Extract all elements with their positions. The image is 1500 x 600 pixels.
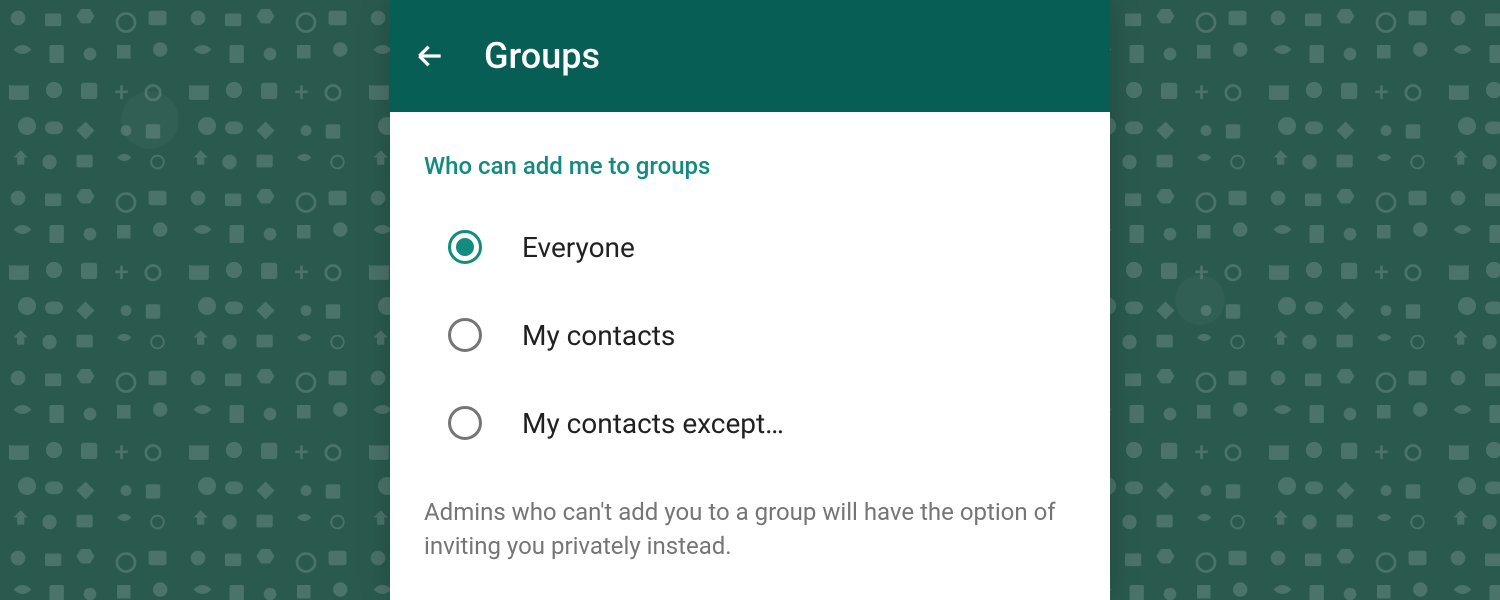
radio-label: Everyone (522, 231, 635, 264)
settings-content: Who can add me to groups Everyone My con… (390, 112, 1110, 600)
option-my-contacts[interactable]: My contacts (448, 318, 1076, 352)
help-description: Admins who can't add you to a group will… (424, 496, 1076, 563)
page-title: Groups (484, 35, 600, 77)
app-header: Groups (390, 0, 1110, 112)
radio-icon (448, 406, 482, 440)
radio-label: My contacts (522, 319, 675, 352)
radio-label: My contacts except… (522, 407, 784, 440)
back-button[interactable] (414, 40, 446, 72)
privacy-radio-group: Everyone My contacts My contacts except… (424, 230, 1076, 440)
option-my-contacts-except[interactable]: My contacts except… (448, 406, 1076, 440)
section-heading: Who can add me to groups (424, 152, 1076, 180)
radio-inner-dot (456, 238, 474, 256)
radio-icon (448, 230, 482, 264)
radio-icon (448, 318, 482, 352)
settings-screen: Groups Who can add me to groups Everyone… (390, 0, 1110, 600)
option-everyone[interactable]: Everyone (448, 230, 1076, 264)
arrow-left-icon (414, 40, 446, 72)
